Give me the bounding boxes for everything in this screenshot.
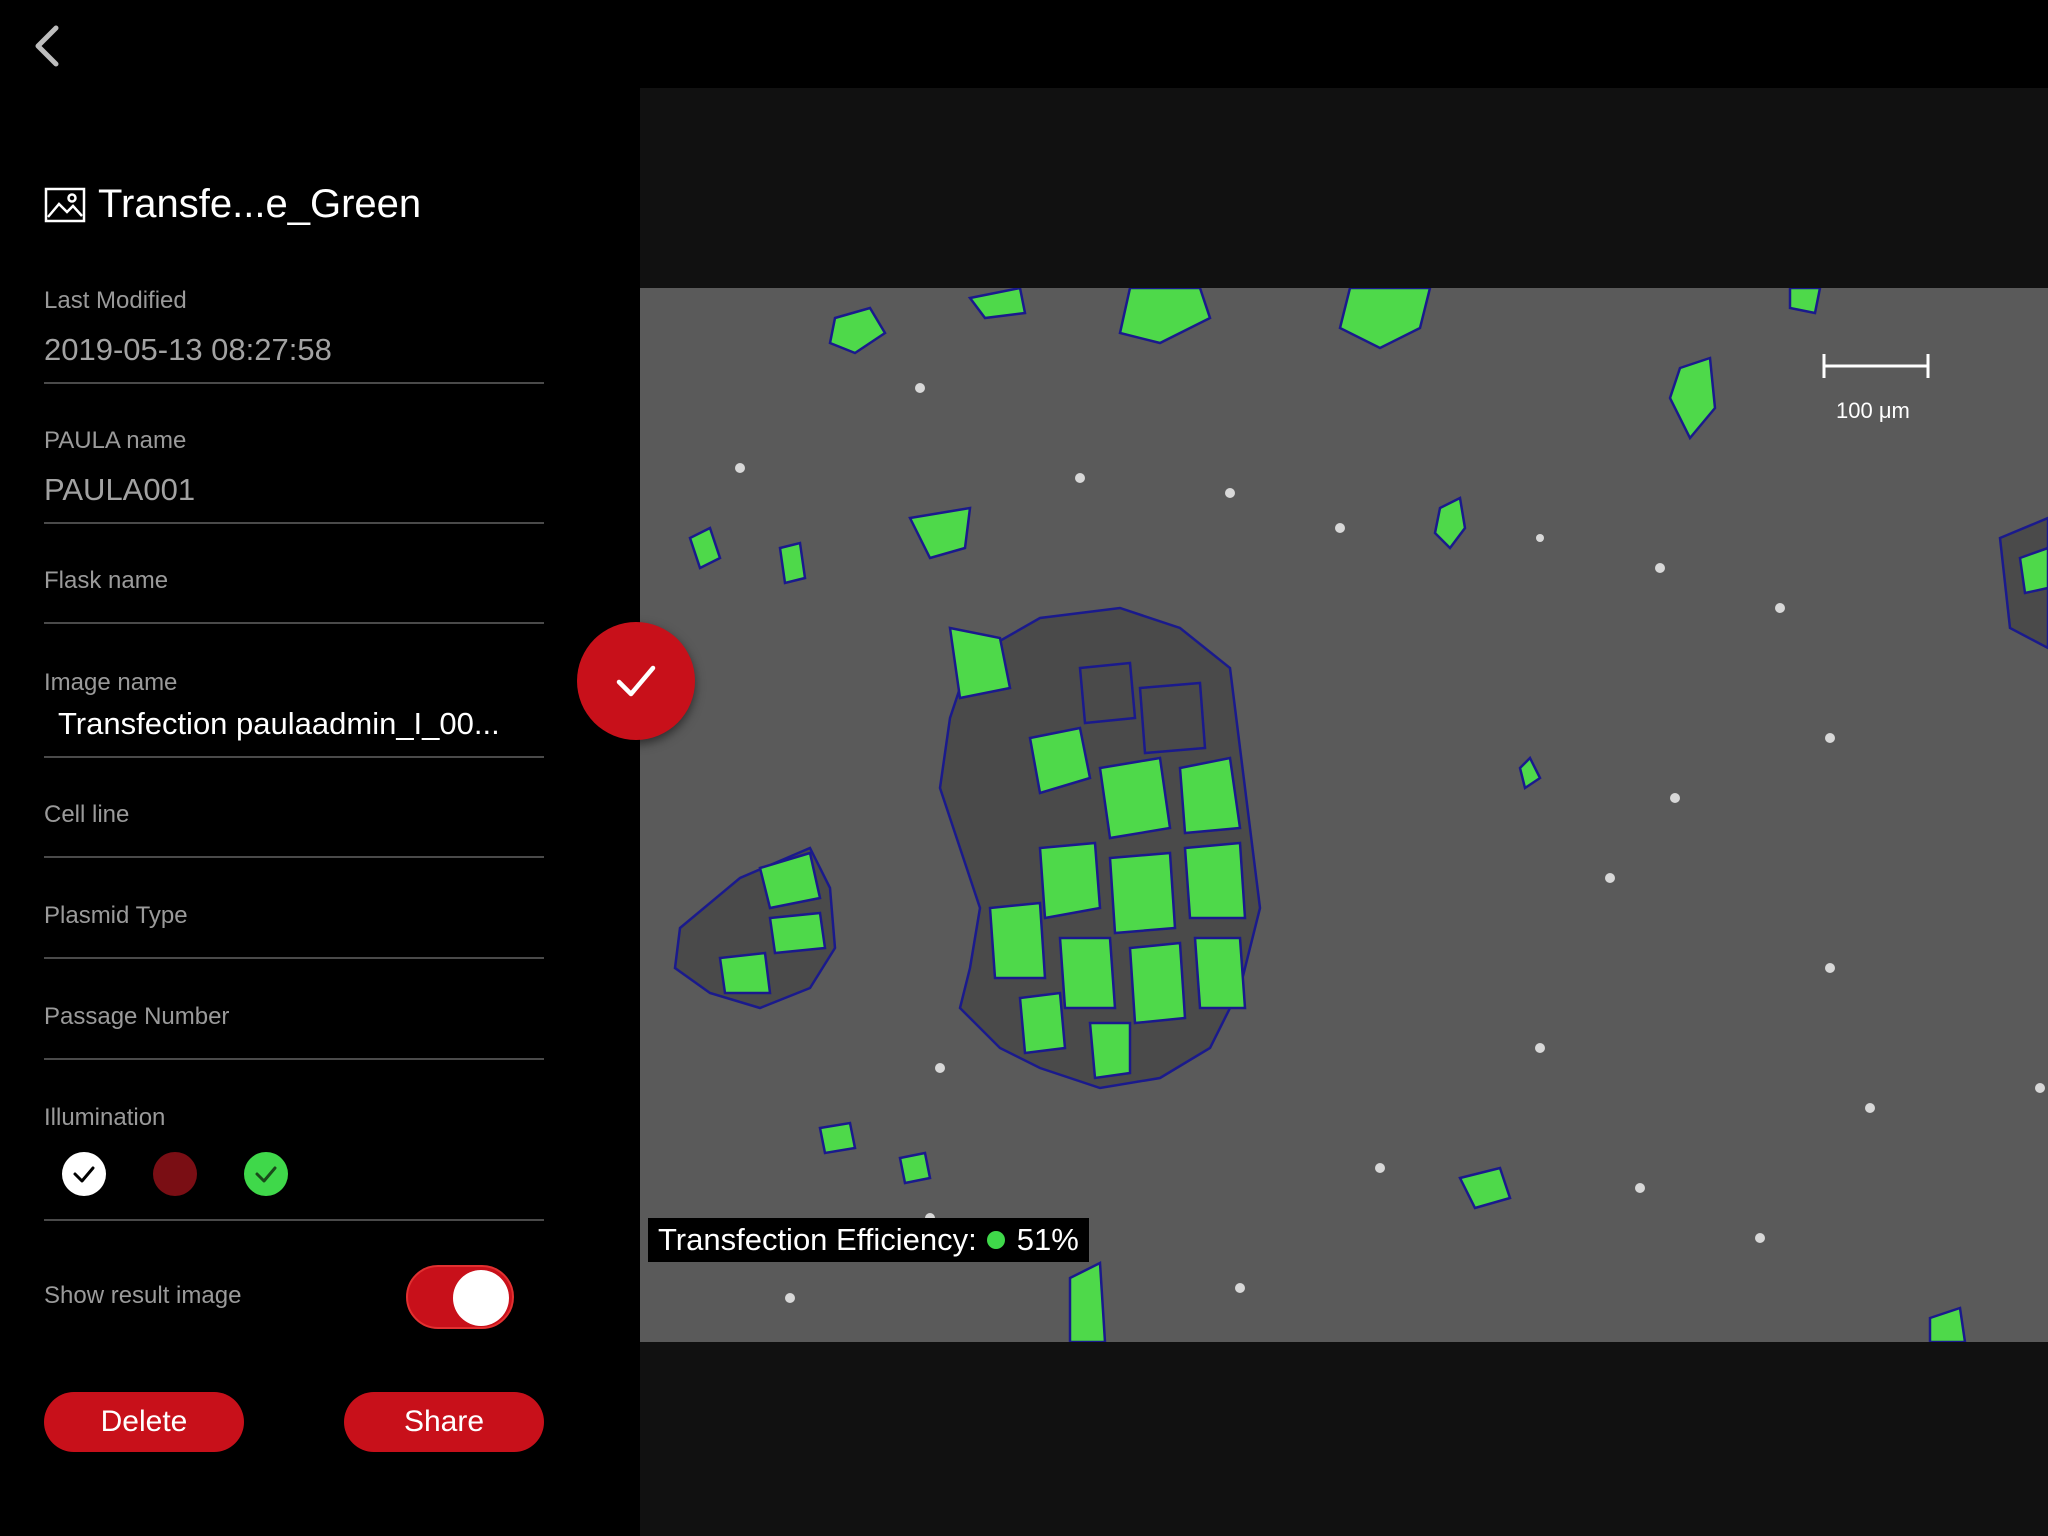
cell-overlay bbox=[673, 288, 2048, 1342]
show-result-toggle[interactable] bbox=[406, 1265, 514, 1329]
field-flask-name[interactable]: Flask name bbox=[44, 562, 544, 624]
check-icon bbox=[73, 1166, 95, 1183]
illumination-red[interactable] bbox=[153, 1152, 197, 1196]
show-result-label: Show result image bbox=[44, 1282, 242, 1309]
illumination-green[interactable] bbox=[244, 1152, 288, 1196]
scale-label: 100 μm bbox=[1836, 398, 1910, 423]
field-image-name[interactable]: Image name Transfection paulaadmin_I_00.… bbox=[44, 664, 544, 758]
field-value: PAULA001 bbox=[44, 472, 196, 507]
confirm-button[interactable] bbox=[577, 622, 695, 740]
field-label: Illumination bbox=[44, 1104, 166, 1131]
field-label: Plasmid Type bbox=[44, 902, 188, 929]
field-label: Cell line bbox=[44, 801, 130, 828]
transfection-efficiency: Transfection Efficiency: 51% bbox=[648, 1218, 1089, 1262]
sidebar: Transfe...e_Green Last Modified 2019-05-… bbox=[0, 0, 640, 1536]
field-cell-line[interactable]: Cell line bbox=[44, 796, 544, 858]
check-icon bbox=[255, 1166, 277, 1183]
field-label: Passage Number bbox=[44, 1003, 230, 1030]
efficiency-value: 51% bbox=[1016, 1222, 1079, 1257]
field-label: Last Modified bbox=[44, 287, 187, 314]
chevron-left-icon bbox=[35, 25, 59, 67]
scale-bar bbox=[1822, 354, 1930, 378]
page-title: Transfe...e_Green bbox=[98, 182, 422, 226]
efficiency-label: Transfection Efficiency: bbox=[658, 1222, 977, 1257]
check-icon bbox=[616, 665, 656, 697]
field-label: Flask name bbox=[44, 567, 169, 594]
field-label: PAULA name bbox=[44, 427, 187, 454]
title-row: Transfe...e_Green bbox=[44, 182, 421, 227]
share-button[interactable]: Share bbox=[344, 1392, 544, 1452]
delete-button[interactable]: Delete bbox=[44, 1392, 244, 1452]
green-dot-icon bbox=[986, 1231, 1005, 1249]
field-passage-number[interactable]: Passage Number bbox=[44, 998, 544, 1060]
field-value: 2019-05-13 08:27:58 bbox=[44, 332, 332, 367]
illumination-white[interactable] bbox=[62, 1152, 106, 1196]
toggle-knob bbox=[453, 1270, 509, 1326]
back-button[interactable] bbox=[28, 22, 68, 70]
image-icon bbox=[44, 187, 86, 222]
image-name-input[interactable]: Transfection paulaadmin_I_00... bbox=[58, 706, 500, 742]
field-last-modified: Last Modified 2019-05-13 08:27:58 bbox=[44, 282, 544, 384]
microscope-image[interactable] bbox=[640, 288, 2048, 1342]
illumination-options bbox=[62, 1152, 335, 1196]
field-label: Image name bbox=[44, 669, 178, 696]
field-paula-name: PAULA name PAULA001 bbox=[44, 422, 544, 524]
field-plasmid-type[interactable]: Plasmid Type bbox=[44, 897, 544, 959]
